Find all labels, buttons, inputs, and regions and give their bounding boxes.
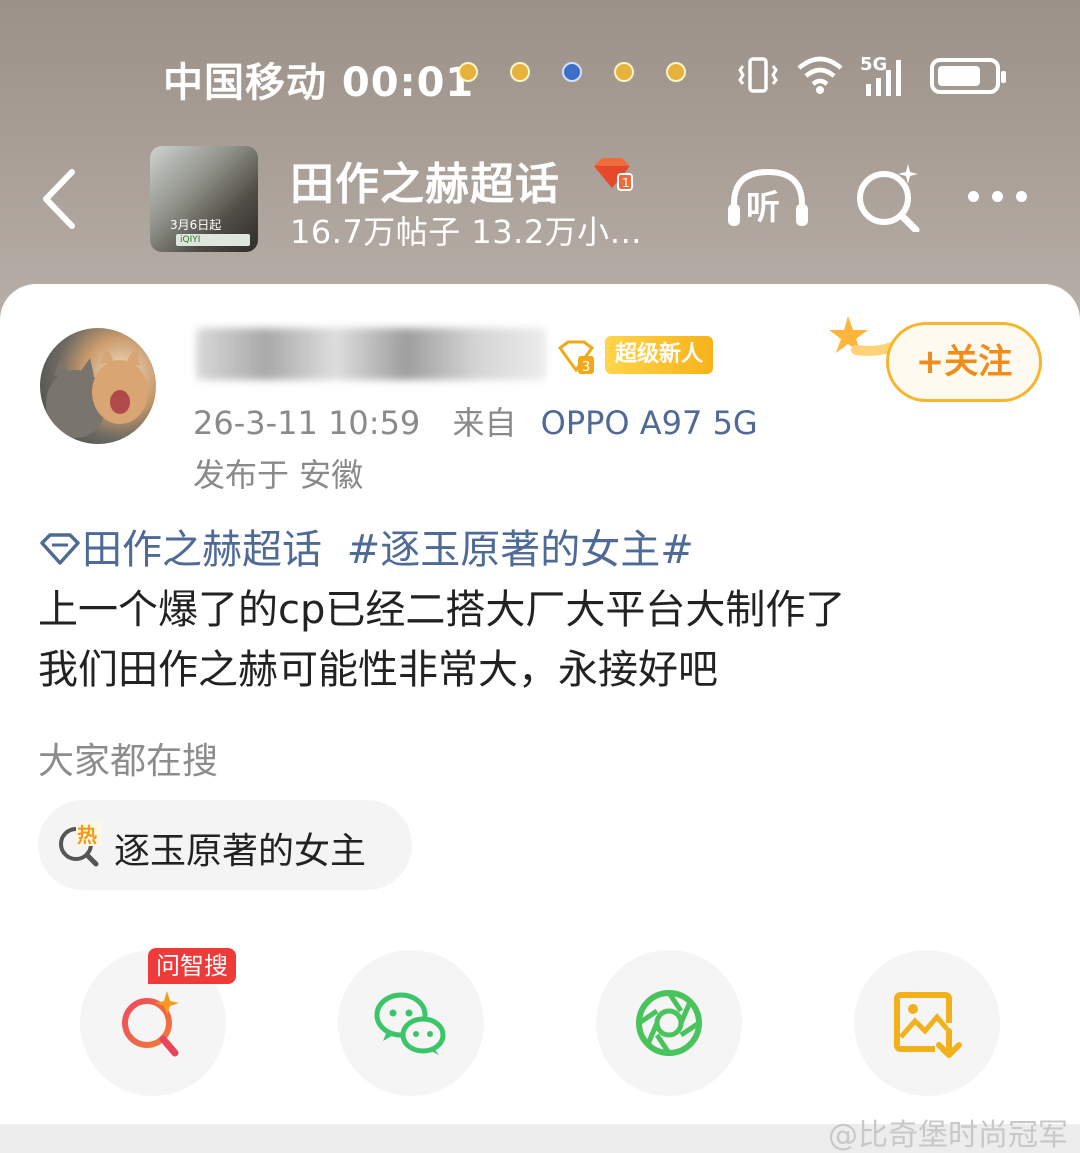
share-actions: 问智搜 [0, 948, 1080, 1098]
post-content: 田作之赫超话 #逐玉原著的女主# 上一个爆了的cp已经二搭大厂大平台大制作了 我… [38, 520, 1048, 700]
wechat-share-button[interactable] [338, 950, 484, 1096]
post-location: 发布于 安徽 [193, 456, 364, 494]
more-options-button[interactable] [964, 185, 1034, 209]
vibrate-icon [738, 57, 778, 93]
source-device-link[interactable]: OPPO A97 5G [541, 404, 758, 442]
save-image-button[interactable] [854, 950, 1000, 1096]
post-meta: 26-3-11 10:59 来自 OPPO A97 5G [193, 398, 758, 444]
carrier-time: 中国移动 00:01 [163, 60, 475, 106]
status-icons: 5G [738, 52, 1018, 102]
moments-shutter-icon [636, 990, 702, 1056]
post-text-line: 上一个爆了的cp已经二搭大厂大平台大制作了 [38, 587, 846, 633]
notification-icon [458, 62, 478, 82]
topic-stats: 16.7万帖子 13.2万小… [290, 213, 643, 251]
topic-cover-image[interactable]: 3月6日起 iQIYI [150, 146, 258, 252]
notification-icon [666, 62, 686, 82]
network-type: 5G [860, 54, 887, 75]
svg-text:1: 1 [622, 176, 630, 190]
ai-search-icon [122, 991, 179, 1057]
username-redacted[interactable] [196, 328, 546, 380]
hashtag-link[interactable]: #逐玉原著的女主# [347, 527, 694, 573]
hot-badge-text: 热 [77, 823, 97, 847]
vip-level-icon: 3 [557, 340, 595, 375]
signal-icon: 5G [860, 54, 901, 96]
battery-level [938, 66, 980, 86]
cover-date-text: 3月6日起 [170, 218, 222, 232]
cat-avatar-image [46, 346, 148, 438]
post-card: 3 超级新人 +关注 26-3-11 10:59 来自 OPPO A97 5G … [0, 284, 1080, 1124]
status-bar: 中国移动 00:01 5G [0, 40, 1080, 110]
post-topic-line: 田作之赫超话 #逐玉原著的女主# [38, 520, 1048, 580]
trending-search-chip[interactable]: 热 逐玉原著的女主 [38, 800, 412, 890]
diamond-icon [40, 533, 80, 565]
notification-icon [562, 62, 582, 82]
search-button[interactable] [852, 160, 924, 232]
hot-search-icon: 热 [59, 822, 102, 867]
battery-icon [930, 58, 1006, 94]
super-newbie-badge: 超级新人 [605, 336, 714, 374]
post-timestamp: 26-3-11 10:59 [193, 404, 421, 442]
post-text-line: 我们田作之赫可能性非常大，永接好吧 [38, 647, 718, 693]
ai-search-tag: 问智搜 [148, 948, 236, 984]
wechat-icon [374, 992, 446, 1055]
topic-link[interactable]: 田作之赫超话 [38, 527, 335, 573]
topic-link-label: 田作之赫超话 [82, 527, 322, 573]
listen-label: 听 [746, 188, 780, 228]
watermark: @比奇堡时尚冠军 [828, 1118, 1068, 1153]
topic-title[interactable]: 田作之赫超话 [290, 148, 560, 212]
follow-button[interactable]: +关注 [886, 322, 1042, 402]
avatar[interactable] [40, 328, 156, 444]
moments-share-button[interactable] [596, 950, 742, 1096]
svg-text:3: 3 [582, 360, 590, 375]
cover-platform-text: iQIYI [176, 234, 250, 246]
trending-search-label: 逐玉原著的女主 [114, 831, 367, 872]
trending-search-heading: 大家都在搜 [38, 741, 219, 782]
notification-icon [614, 62, 634, 82]
back-button[interactable] [36, 166, 86, 232]
wifi-icon [797, 56, 843, 94]
notification-icon [510, 62, 530, 82]
source-prefix: 来自 [452, 404, 517, 442]
listen-button[interactable]: 听 [726, 164, 810, 234]
save-image-icon [894, 992, 962, 1058]
gem-level-icon: 1 [594, 158, 633, 191]
